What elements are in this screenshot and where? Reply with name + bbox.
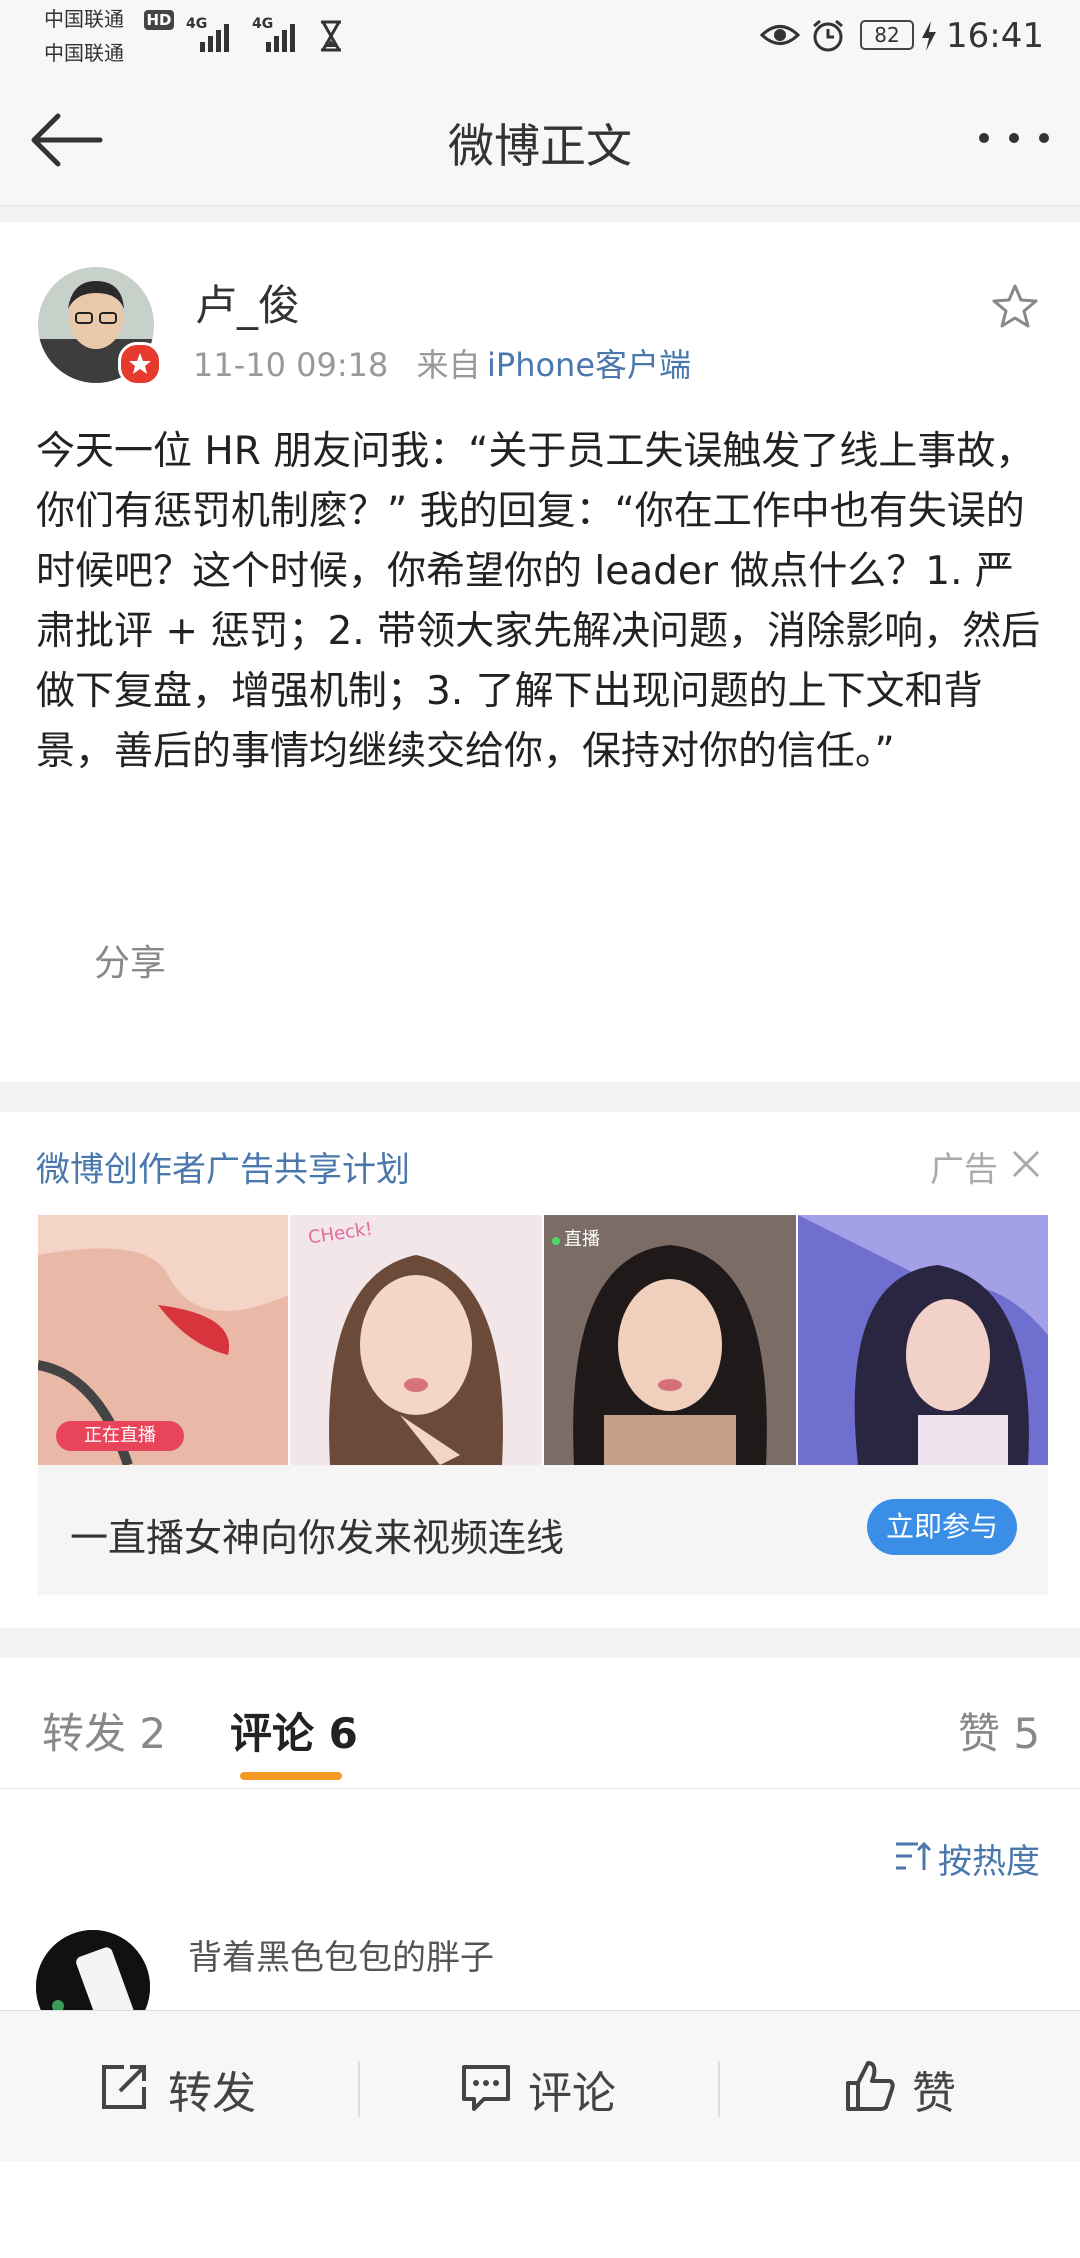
repost-button[interactable]: 转发 xyxy=(0,2011,358,2161)
post-card: 卢_俊 11-10 09:18 来自 iPhone客户端 今天一位 HR 朋友问… xyxy=(0,222,1080,1212)
ad-card[interactable]: 微博创作者广告共享计划 广告 正在直播 CHeck! 直播 一直播女神向你发来视… xyxy=(0,1112,1080,1628)
eye-icon xyxy=(760,25,800,45)
comments-section: 转发 2 评论 6 赞 5 按热度 背着黑色包包的胖子 xyxy=(0,1658,1080,2258)
hd-badge: HD xyxy=(144,10,174,30)
ad-image-2 xyxy=(290,1215,542,1465)
charging-icon xyxy=(922,21,936,51)
active-tab-indicator xyxy=(240,1772,342,1780)
like-label: 赞 xyxy=(912,2068,956,2119)
clock: 16:41 xyxy=(946,16,1044,56)
post-timestamp: 11-10 09:18 来自 xyxy=(193,340,481,386)
carrier-label-2: 中国联通 xyxy=(44,41,124,65)
comment-label: 评论 xyxy=(528,2068,616,2119)
repost-label: 转发 xyxy=(168,2068,256,2119)
post-body-text: 今天一位 HR 朋友问我：“关于员工失误触发了线上事故，你们有惩罚机制麽？” 我… xyxy=(36,429,1041,774)
live-badge-2-text: 直播 xyxy=(564,1229,600,1250)
join-now-button[interactable]: 立即参与 xyxy=(867,1499,1017,1555)
tab-like[interactable]: 赞 5 xyxy=(958,1700,1040,1761)
ad-footer[interactable]: 一直播女神向你发来视频连线 立即参与 xyxy=(38,1465,1048,1595)
ad-image-4 xyxy=(798,1215,1048,1465)
sort-by-popularity[interactable]: 按热度 xyxy=(938,1834,1040,1883)
navigation-bar: 微博正文 xyxy=(0,70,1080,206)
alarm-icon xyxy=(813,19,843,52)
commenter-name[interactable]: 背着黑色包包的胖子 xyxy=(188,1930,494,1979)
source-prefix: 来自 xyxy=(416,346,481,384)
like-button[interactable]: 赞 xyxy=(720,2011,1078,2161)
status-bar: 中国联通 HD 中国联通 4G 4G 82 16:41 xyxy=(0,0,1080,70)
more-options-icon[interactable] xyxy=(976,128,1056,148)
comment-button[interactable]: 评论 xyxy=(360,2011,718,2161)
close-ad-icon[interactable] xyxy=(1010,1148,1042,1180)
battery-indicator: 82 xyxy=(860,20,914,50)
post-source-link[interactable]: iPhone客户端 xyxy=(487,340,691,386)
ad-image-3 xyxy=(544,1215,796,1465)
verified-badge-icon xyxy=(118,342,162,386)
share-label: 分享 xyxy=(94,943,167,984)
favorite-star-icon[interactable] xyxy=(990,282,1040,332)
live-badge-2: 直播 xyxy=(552,1225,600,1251)
ad-footer-text: 一直播女神向你发来视频连线 xyxy=(70,1516,565,1560)
sort-icon[interactable] xyxy=(894,1840,932,1874)
thumbs-up-icon xyxy=(846,2061,895,2111)
repost-icon xyxy=(102,2065,146,2109)
author-name[interactable]: 卢_俊 xyxy=(195,272,300,333)
page-title: 微博正文 xyxy=(448,119,632,173)
post-time-value: 11-10 09:18 xyxy=(193,346,389,384)
hourglass-icon xyxy=(321,20,341,52)
live-badge: 正在直播 xyxy=(56,1421,184,1451)
bottom-action-bar: 转发 评论 赞 xyxy=(0,2010,1080,2161)
signal-icon-2 xyxy=(266,24,295,52)
tab-comment[interactable]: 评论 6 xyxy=(230,1700,358,1761)
ad-image-strip[interactable]: 正在直播 CHeck! 直播 xyxy=(38,1215,1048,1465)
comment-icon xyxy=(462,2065,510,2111)
tabs-divider xyxy=(0,1788,1080,1789)
ad-tag: 广告 xyxy=(930,1150,998,1190)
tab-repost[interactable]: 转发 2 xyxy=(42,1700,166,1761)
carrier-label: 中国联通 xyxy=(44,7,124,31)
ad-title[interactable]: 微博创作者广告共享计划 xyxy=(36,1142,410,1191)
signal-icon xyxy=(200,24,229,52)
